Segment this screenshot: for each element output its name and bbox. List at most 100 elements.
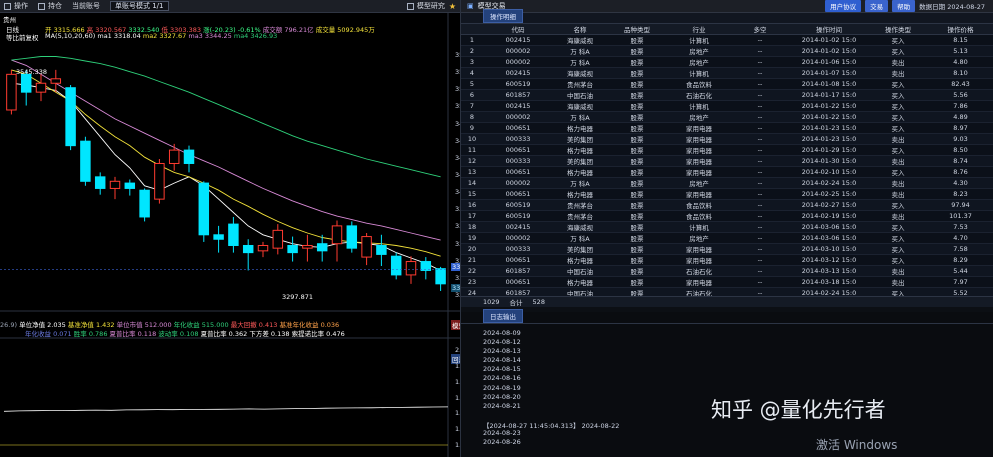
table-cell: 贵州茅台 (553, 199, 607, 211)
table-cell: 82.43 (927, 78, 993, 90)
table-row[interactable]: 9 000651 格力电器 股票 家用电器 -- 2014-01-23 15:0 买入 8.97 (461, 122, 993, 134)
table-cell: 2014-02-19 15:0 (789, 210, 869, 222)
user-agreement-button[interactable]: 用户协议 (825, 0, 862, 12)
watermark: 知乎 @量化先行者 (711, 398, 886, 422)
strategy-research-button[interactable]: 模型研究 (406, 1, 445, 11)
table-row[interactable]: 7 002415 海康威视 股票 计算机 -- 2014-01-22 15:0 买入 7.86 (461, 100, 993, 112)
table-cell: 101.37 (927, 210, 993, 222)
positions-menu[interactable]: 持仓 (38, 1, 62, 11)
table-cell: 000651 (483, 122, 553, 134)
trade-button[interactable]: 交易 (865, 0, 889, 12)
table-row[interactable]: 18 002415 海康威视 股票 计算机 -- 2014-03-06 15:0 买入 7.53 (461, 221, 993, 233)
table-cell: 房地产 (667, 56, 731, 68)
table-cell: 2014-02-24 15:0 (789, 287, 869, 296)
table-cell: 房地产 (667, 111, 731, 123)
log-line: 2024-08-13 (483, 347, 521, 356)
candle-body (109, 180, 121, 189)
operate-menu[interactable]: 操作 (4, 1, 28, 11)
column-header[interactable] (461, 24, 483, 35)
table-cell: 24 (461, 287, 483, 296)
table-row[interactable]: 3 000002 万 科A 股票 房地产 -- 2014-01-06 15:0 卖出 4.80 (461, 56, 993, 68)
table-row[interactable]: 20 000333 美的集团 股票 家用电器 -- 2014-03-10 15:0 买入 7.5… (461, 243, 993, 255)
table-cell: 8 (461, 111, 483, 123)
table-cell: 2014-01-29 15:0 (789, 144, 869, 156)
table-cell: 2014-01-17 15:0 (789, 89, 869, 101)
table-row[interactable]: 16 600519 贵州茅台 股票 食品饮料 -- 2014-02-27 15:0 买入 97.… (461, 199, 993, 211)
table-row[interactable]: 24 601857 中国石油 股票 石油石化 -- 2014-02-24 15:0 买入 5.5… (461, 287, 993, 296)
table-cell: 股票 (607, 111, 667, 123)
column-header[interactable]: 操作时间 (789, 24, 869, 35)
table-row[interactable]: 1 002415 海康威视 股票 计算机 -- 2014-01-02 15:0 买入 8.15 (461, 34, 993, 46)
table-cell: 股票 (607, 287, 667, 296)
table-row[interactable]: 17 600519 贵州茅台 股票 食品饮料 -- 2014-02-19 15:0 卖出 101… (461, 210, 993, 222)
table-cell: 贵州茅台 (553, 210, 607, 222)
table-row[interactable]: 6 601857 中国石油 股票 石油石化 -- 2014-01-17 15:0 买入 5.56 (461, 89, 993, 101)
log-line: 2024-08-14 (483, 356, 521, 365)
tab-log-output[interactable]: 日志输出 (483, 309, 523, 323)
table-cell: -- (731, 133, 789, 145)
table-cell: 股票 (607, 78, 667, 90)
column-header[interactable]: 操作类型 (869, 24, 927, 35)
log-line: 2024-08-19 (483, 383, 521, 392)
table-cell: -- (731, 166, 789, 178)
column-header[interactable]: 多空 (731, 24, 789, 35)
column-header[interactable]: 名称 (553, 24, 607, 35)
table-cell: -- (731, 89, 789, 101)
log-line: 2024-08-16 (483, 374, 521, 383)
table-row[interactable]: 2 000002 万 科A 股票 房地产 -- 2014-01-02 15:0 买入 5.13 (461, 45, 993, 57)
log-line: 2024-08-23 (483, 429, 521, 438)
log-lines: 2024-08-09 2024-08-12 2024-08-13 2024-08-14… (461, 324, 993, 447)
kline-chart[interactable]: 贵州 日线 等比前复权 开 3315.666 高 3320.567 3332.5… (0, 13, 486, 457)
account-mode-select[interactable]: 单账号模式 1/1 (110, 1, 169, 11)
candle-body (20, 73, 32, 93)
table-row[interactable]: 5 600519 贵州茅台 股票 食品饮料 -- 2014-01-08 15:0 买入 82.4… (461, 78, 993, 90)
table-row[interactable]: 11 000651 格力电器 股票 家用电器 -- 2014-01-29 15:0 买入 8.5… (461, 144, 993, 156)
candle-body (390, 255, 402, 276)
star-icon[interactable]: ★ (449, 2, 456, 11)
table-cell: 6 (461, 89, 483, 101)
table-row[interactable]: 21 000651 格力电器 股票 家用电器 -- 2014-03-12 15:0 买入 8.2… (461, 254, 993, 266)
low-mark: 3297.871 (282, 293, 314, 301)
column-header[interactable]: 操作价格 (927, 24, 993, 35)
chart-title: 贵州 (3, 16, 16, 24)
column-header[interactable]: 品种类型 (607, 24, 667, 35)
table-cell: -- (731, 122, 789, 134)
table-cell: 股票 (607, 199, 667, 211)
table-row[interactable]: 12 000333 美的集团 股票 家用电器 -- 2014-01-30 15:0 卖出 8.7… (461, 155, 993, 167)
table-row[interactable]: 19 000002 万 科A 股票 房地产 -- 2014-03-06 15:0 买入 4.70 (461, 232, 993, 244)
table-row[interactable]: 14 000002 万 科A 股票 房地产 -- 2014-02-24 15:0 卖出 4.30 (461, 177, 993, 189)
table-body: 1 002415 海康威视 股票 计算机 -- 2014-01-02 15:0 买入 8.15 2… (461, 34, 993, 296)
trade-icon: ▣ (467, 2, 474, 10)
table-cell: 16 (461, 199, 483, 211)
current-account-label: 当前账号 (72, 2, 100, 10)
table-cell: 格力电器 (553, 144, 607, 156)
trading-titlebar: ▣ 模型交易 用户协议 交易 帮助 数据日期 2024-08-27 (461, 0, 993, 13)
table-cell: 中国石油 (553, 265, 607, 277)
table-cell: 5 (461, 78, 483, 90)
column-header[interactable]: 行业 (667, 24, 731, 35)
table-row[interactable]: 13 000651 格力电器 股票 家用电器 -- 2014-02-10 15:0 买入 8.7… (461, 166, 993, 178)
table-row[interactable]: 4 002415 海康威视 股票 计算机 -- 2014-01-07 15:0 卖出 8.10 (461, 67, 993, 79)
table-cell: 买入 (869, 199, 927, 211)
table-row[interactable]: 15 000651 格力电器 股票 家用电器 -- 2014-02-25 15:0 卖出 8.2… (461, 188, 993, 200)
table-cell: 家用电器 (667, 144, 731, 156)
edit-icon (4, 2, 11, 10)
table-row[interactable]: 22 601857 中国石油 股票 石油石化 -- 2014-03-13 15:0 卖出 5.4… (461, 265, 993, 277)
table-row[interactable]: 10 000333 美的集团 股票 家用电器 -- 2014-01-23 15:0 卖出 9.0… (461, 133, 993, 145)
help-button[interactable]: 帮助 (892, 0, 916, 12)
table-cell: 买入 (869, 221, 927, 233)
candle-body (6, 73, 17, 111)
table-cell: 18 (461, 221, 483, 233)
table-cell: 000651 (483, 144, 553, 156)
table-row[interactable]: 23 000651 格力电器 股票 家用电器 -- 2014-03-18 15:0 卖出 7.9… (461, 276, 993, 288)
tab-ops-detail[interactable]: 操作明细 (483, 9, 523, 23)
candle-body (420, 261, 432, 271)
table-cell: 海康威视 (553, 34, 607, 46)
table-cell: -- (731, 155, 789, 167)
table-cell: 买入 (869, 243, 927, 255)
column-header[interactable]: 代码 (483, 24, 553, 35)
table-cell: -- (731, 254, 789, 266)
table-row[interactable]: 8 000002 万 科A 股票 房地产 -- 2014-01-22 15:0 买入 4.89 (461, 111, 993, 123)
candle-body (139, 189, 150, 218)
table-cell: -- (731, 265, 789, 277)
